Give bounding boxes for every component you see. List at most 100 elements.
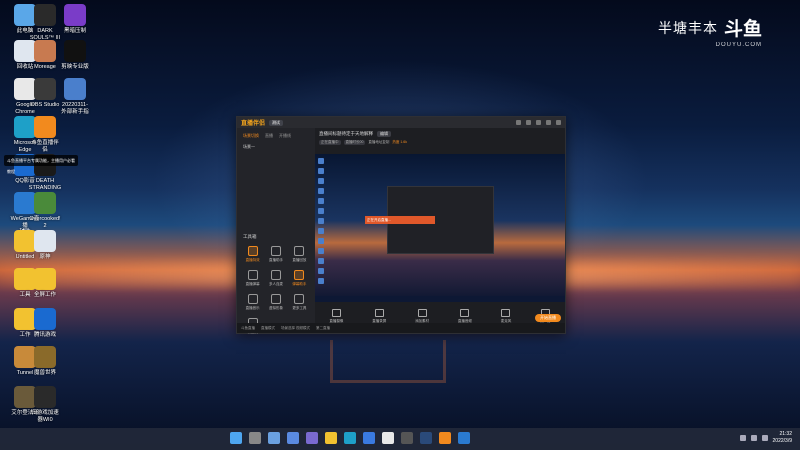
status-bar: 斗鱼直播 直播模式 场景选择 视频模式 第二直播 <box>237 323 565 333</box>
meta-tag-duration: 直播时长00 <box>343 140 366 145</box>
system-tray: 21:32 2022/3/9 <box>739 431 792 445</box>
status-item[interactable]: 场景选择 视频模式 <box>281 326 310 331</box>
desktop-icon[interactable]: DARK SOULS™ III <box>28 4 62 41</box>
clock[interactable]: 21:32 2022/3/9 <box>773 431 792 445</box>
desktop-icon[interactable]: 原神 <box>28 230 62 261</box>
tool-icon <box>270 246 281 256</box>
desktop-icon-label: 20220311- 外部新手指 <box>61 102 89 115</box>
hot-value: 热度 1.6k <box>392 140 407 144</box>
settings-icon[interactable] <box>526 120 531 125</box>
tool-item[interactable]: 多人连麦 <box>264 270 287 287</box>
volume-icon[interactable] <box>761 435 768 441</box>
desktop-icon-label: 斗鱼直播伴 侣 <box>31 140 59 153</box>
tab-start-line[interactable]: 开播线 <box>279 133 291 139</box>
notification-pill[interactable]: 斗鱼直播平台专属功能，主播用户必看教程 <box>4 155 78 174</box>
desktop-icon-label: 原神 <box>39 254 51 260</box>
chevron-up-icon[interactable] <box>739 435 746 441</box>
tool-item[interactable]: 直播弹幕 <box>241 270 264 287</box>
tool-label: 多人连麦 <box>268 282 283 286</box>
close-icon[interactable] <box>556 120 561 125</box>
control-item[interactable]: 麦克风 <box>501 308 511 324</box>
control-item[interactable]: 直播音频 <box>458 308 472 324</box>
scene-label[interactable]: 场景一 <box>237 144 315 150</box>
edit-badge[interactable]: 编辑 <box>377 131 391 137</box>
status-item[interactable]: 第二直播 <box>316 326 330 331</box>
tool-label: 直播音乐 <box>245 306 260 310</box>
start-icon[interactable] <box>230 432 242 444</box>
tool-item[interactable]: 虚拟形象 <box>264 294 287 311</box>
preview-taskbar <box>315 296 565 302</box>
meta-text[interactable]: 直播地址复制 <box>368 140 389 145</box>
stream-preview[interactable]: 正在开启直播... <box>315 154 565 302</box>
taskbar-icons <box>230 432 470 444</box>
desktop-icon-label: DEATH STRANDING <box>28 178 62 191</box>
app-icon <box>34 386 56 408</box>
tool-icon <box>294 294 305 304</box>
app-icon <box>34 346 56 368</box>
desktop-icon[interactable]: OBS Studio <box>28 78 62 109</box>
vscode-icon[interactable] <box>458 432 470 444</box>
tool-icon <box>270 270 281 280</box>
chrome-icon[interactable] <box>382 432 394 444</box>
desktop-icon[interactable]: 20220311- 外部新手指 <box>58 78 92 115</box>
app-icon <box>64 40 86 62</box>
steam-icon[interactable] <box>420 432 432 444</box>
douyu-icon[interactable] <box>439 432 451 444</box>
status-item[interactable]: 直播模式 <box>261 326 275 331</box>
desktop-icon[interactable]: 黑暗压制 <box>58 4 92 35</box>
desktop-icon-label: OBS Studio <box>30 102 60 108</box>
version-badge[interactable]: 测试 <box>269 119 284 126</box>
app-icon <box>34 78 56 100</box>
desktop-icon[interactable]: 腾讯游戏 <box>28 308 62 339</box>
search-icon[interactable] <box>249 432 261 444</box>
tool-item[interactable]: 弹幕助手 <box>288 270 311 287</box>
task-view-icon[interactable] <box>268 432 280 444</box>
windows-taskbar: 21:32 2022/3/9 <box>0 428 800 450</box>
desktop-icon[interactable]: Overcooked! 2 <box>28 192 62 229</box>
tool-icon <box>247 294 258 304</box>
desktop-icon-label: 腾讯游戏 <box>33 332 56 338</box>
pier-reflection <box>330 340 446 383</box>
desktop-icon[interactable]: Moreage <box>28 40 62 71</box>
clock-date: 2022/3/9 <box>772 438 792 444</box>
status-item[interactable]: 斗鱼直播 <box>241 326 255 331</box>
tool-icon <box>294 246 305 256</box>
desktop-icon[interactable]: 剪映专业版 <box>58 40 92 71</box>
app-icon <box>34 40 56 62</box>
control-icon <box>417 308 427 317</box>
minimize-icon[interactable] <box>536 120 541 125</box>
maximize-icon[interactable] <box>546 120 551 125</box>
tool-item[interactable]: 更多工具 <box>288 294 311 311</box>
tool-item[interactable]: 直播助手 <box>264 246 287 263</box>
desktop-icon[interactable]: 全屏工作 <box>28 268 62 299</box>
tool-icon <box>247 270 258 280</box>
tool-item[interactable]: 直播特效 <box>241 246 264 263</box>
network-icon[interactable] <box>750 435 757 441</box>
explorer-icon[interactable] <box>325 432 337 444</box>
store-icon[interactable] <box>363 432 375 444</box>
control-item[interactable]: 直播摄像 <box>329 308 343 324</box>
avatar-icon[interactable] <box>516 120 521 125</box>
app-titlebar[interactable]: 直播伴侣 测试 <box>237 117 565 128</box>
app-icon <box>34 116 56 138</box>
watermark-text: 半塘丰本 <box>658 19 718 36</box>
tab-live[interactable]: 直播 <box>265 133 273 139</box>
widgets-icon[interactable] <box>287 432 299 444</box>
desktop-icon[interactable]: 归游戏加速 器WI0 <box>28 386 62 423</box>
tool-item[interactable]: 直播音乐 <box>241 294 264 311</box>
control-item[interactable]: 添加素材 <box>415 308 429 324</box>
desktop-icon-label: 魔兽世界 <box>33 370 56 376</box>
obs-icon[interactable] <box>401 432 413 444</box>
chat-icon[interactable] <box>306 432 318 444</box>
tab-scene[interactable]: 场景切换 <box>243 133 259 139</box>
room-title[interactable]: 直播间标题待定于天地解释 <box>319 131 373 137</box>
control-icon <box>374 308 384 317</box>
desktop-icon[interactable]: 斗鱼直播伴 侣 <box>28 116 62 153</box>
tool-item[interactable]: 直播回放 <box>288 246 311 263</box>
desktop-icon[interactable]: 魔兽世界 <box>28 346 62 377</box>
right-panel: 直播间标题待定于天地解释 编辑 正在直播中 直播时长00 直播地址复制 热度 1… <box>315 128 565 323</box>
edge-icon[interactable] <box>344 432 356 444</box>
start-live-button[interactable]: 开始直播 <box>535 314 561 322</box>
control-item[interactable]: 直播录屏 <box>372 308 386 324</box>
streaming-app-window[interactable]: 直播伴侣 测试 场景切换 直播 开播线 场景一 工具箱 直播特效 直播助手 直播回放… <box>236 116 566 334</box>
